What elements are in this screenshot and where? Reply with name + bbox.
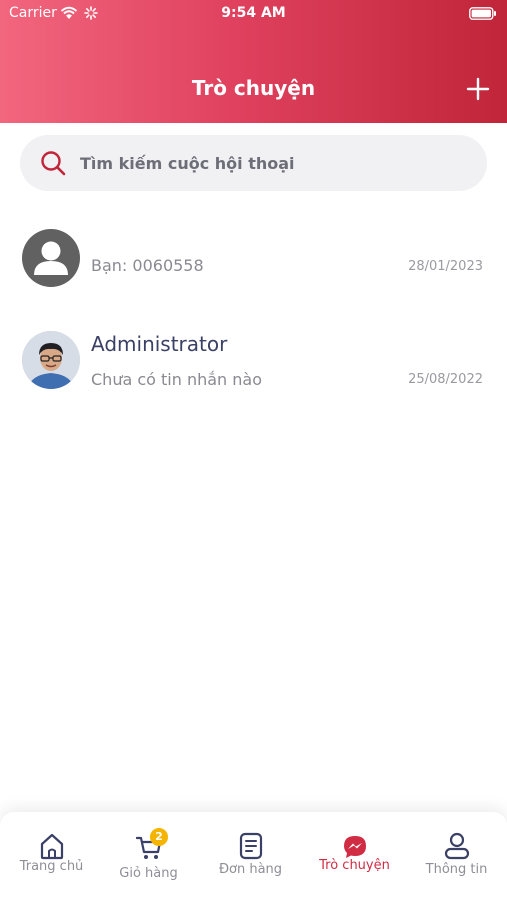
conversation-item[interactable]: Bạn: 0060558 28/01/2023 bbox=[0, 215, 507, 301]
conversation-date: 28/01/2023 bbox=[408, 259, 483, 274]
tab-label: Trò chuyện bbox=[319, 858, 390, 873]
user-photo bbox=[22, 331, 80, 389]
tab-chat[interactable]: Trò chuyện bbox=[304, 812, 405, 900]
conversation-last-message: Bạn: 0060558 bbox=[91, 256, 204, 275]
home-icon bbox=[40, 833, 64, 860]
search-input[interactable] bbox=[80, 152, 470, 174]
user-silhouette-icon bbox=[34, 241, 68, 275]
tab-label: Đơn hàng bbox=[218, 862, 283, 877]
status-time: 9:54 AM bbox=[221, 5, 286, 21]
tab-home[interactable]: Trang chủ bbox=[1, 812, 102, 900]
search-bar[interactable] bbox=[20, 135, 487, 191]
conversation-item[interactable]: Administrator Chưa có tin nhắn nào 25/08… bbox=[0, 318, 507, 404]
search-icon bbox=[41, 151, 66, 176]
conversation-last-message: Chưa có tin nhắn nào bbox=[91, 370, 263, 389]
battery-icon bbox=[469, 7, 496, 20]
profile-icon bbox=[444, 832, 470, 860]
status-bar: Carrier 9:54 AM bbox=[0, 0, 507, 28]
default-user-avatar bbox=[22, 229, 80, 287]
conversation-name: Administrator bbox=[91, 332, 228, 356]
add-conversation-button[interactable] bbox=[465, 76, 491, 102]
bottom-tab-bar: Trang chủ Giỏ hàng Đơn hàng Trò chuyện T… bbox=[0, 812, 507, 900]
tab-label: Thông tin bbox=[425, 862, 488, 877]
conversation-date: 25/08/2022 bbox=[408, 372, 483, 387]
app-header: Carrier 9:54 AM Trò chuyện bbox=[0, 0, 507, 123]
tab-cart[interactable]: Giỏ hàng bbox=[98, 812, 199, 900]
order-list-icon bbox=[239, 832, 263, 860]
user-photo-avatar bbox=[22, 331, 80, 389]
page-title: Trò chuyện bbox=[191, 76, 316, 100]
tab-label: Trang chủ bbox=[19, 859, 84, 874]
cart-count-badge: 2 bbox=[150, 828, 168, 846]
tab-orders[interactable]: Đơn hàng bbox=[200, 812, 301, 900]
tab-profile[interactable]: Thông tin bbox=[406, 812, 507, 900]
tab-label: Giỏ hàng bbox=[119, 866, 178, 881]
